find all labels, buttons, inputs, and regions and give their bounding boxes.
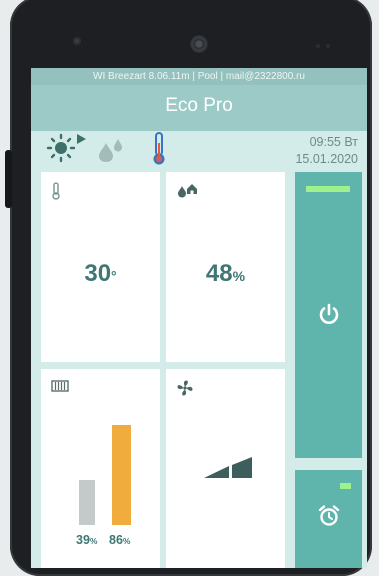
status-bar: WI Breezart 8.06.11m | Pool | mail@23228… xyxy=(31,68,367,85)
alarm-clock-icon xyxy=(318,505,340,526)
temperature-tile[interactable]: 30° xyxy=(41,172,160,362)
front-camera xyxy=(190,35,208,53)
temperature-value: 30° xyxy=(84,260,117,287)
filter-bar-1-label: 39% xyxy=(76,533,98,547)
sun-arrow-icon[interactable] xyxy=(46,131,90,165)
thermometer-icon xyxy=(52,182,60,200)
fan-tile[interactable] xyxy=(166,369,285,568)
alarm-status-indicator xyxy=(340,483,351,489)
clock-time: 09:55 Вт xyxy=(309,135,358,149)
humidity-value: 48% xyxy=(205,260,246,287)
power-button[interactable] xyxy=(295,172,362,458)
humidity-tile[interactable]: 48% xyxy=(166,172,285,362)
app-title: Eco Pro xyxy=(31,85,367,131)
alarm-button[interactable] xyxy=(295,470,362,568)
filter-tile[interactable]: 39% 86% xyxy=(41,369,160,568)
filter-bars: 39% 86% xyxy=(41,369,160,559)
fan-icon xyxy=(177,380,193,396)
water-drops-icon[interactable] xyxy=(95,131,127,165)
filter-bar-2 xyxy=(112,425,131,525)
power-status-indicator xyxy=(306,186,350,192)
app-screen: WI Breezart 8.06.11m | Pool | mail@23228… xyxy=(31,68,367,568)
filter-bar-1 xyxy=(79,480,95,525)
filter-bar-2-label: 86% xyxy=(109,533,131,547)
thermometer-icon[interactable] xyxy=(149,131,169,167)
clock: 09:55 Вт 15.01.2020 xyxy=(295,134,358,168)
phone-sensors xyxy=(316,44,338,48)
fan-speed-indicator xyxy=(204,457,252,478)
humidity-house-icon xyxy=(178,184,197,198)
clock-date: 15.01.2020 xyxy=(295,152,358,166)
power-icon xyxy=(319,303,339,324)
phone-sensor-dot xyxy=(73,37,81,45)
phone-frame: WI Breezart 8.06.11m | Pool | mail@23228… xyxy=(0,0,379,576)
side-button xyxy=(5,150,12,208)
